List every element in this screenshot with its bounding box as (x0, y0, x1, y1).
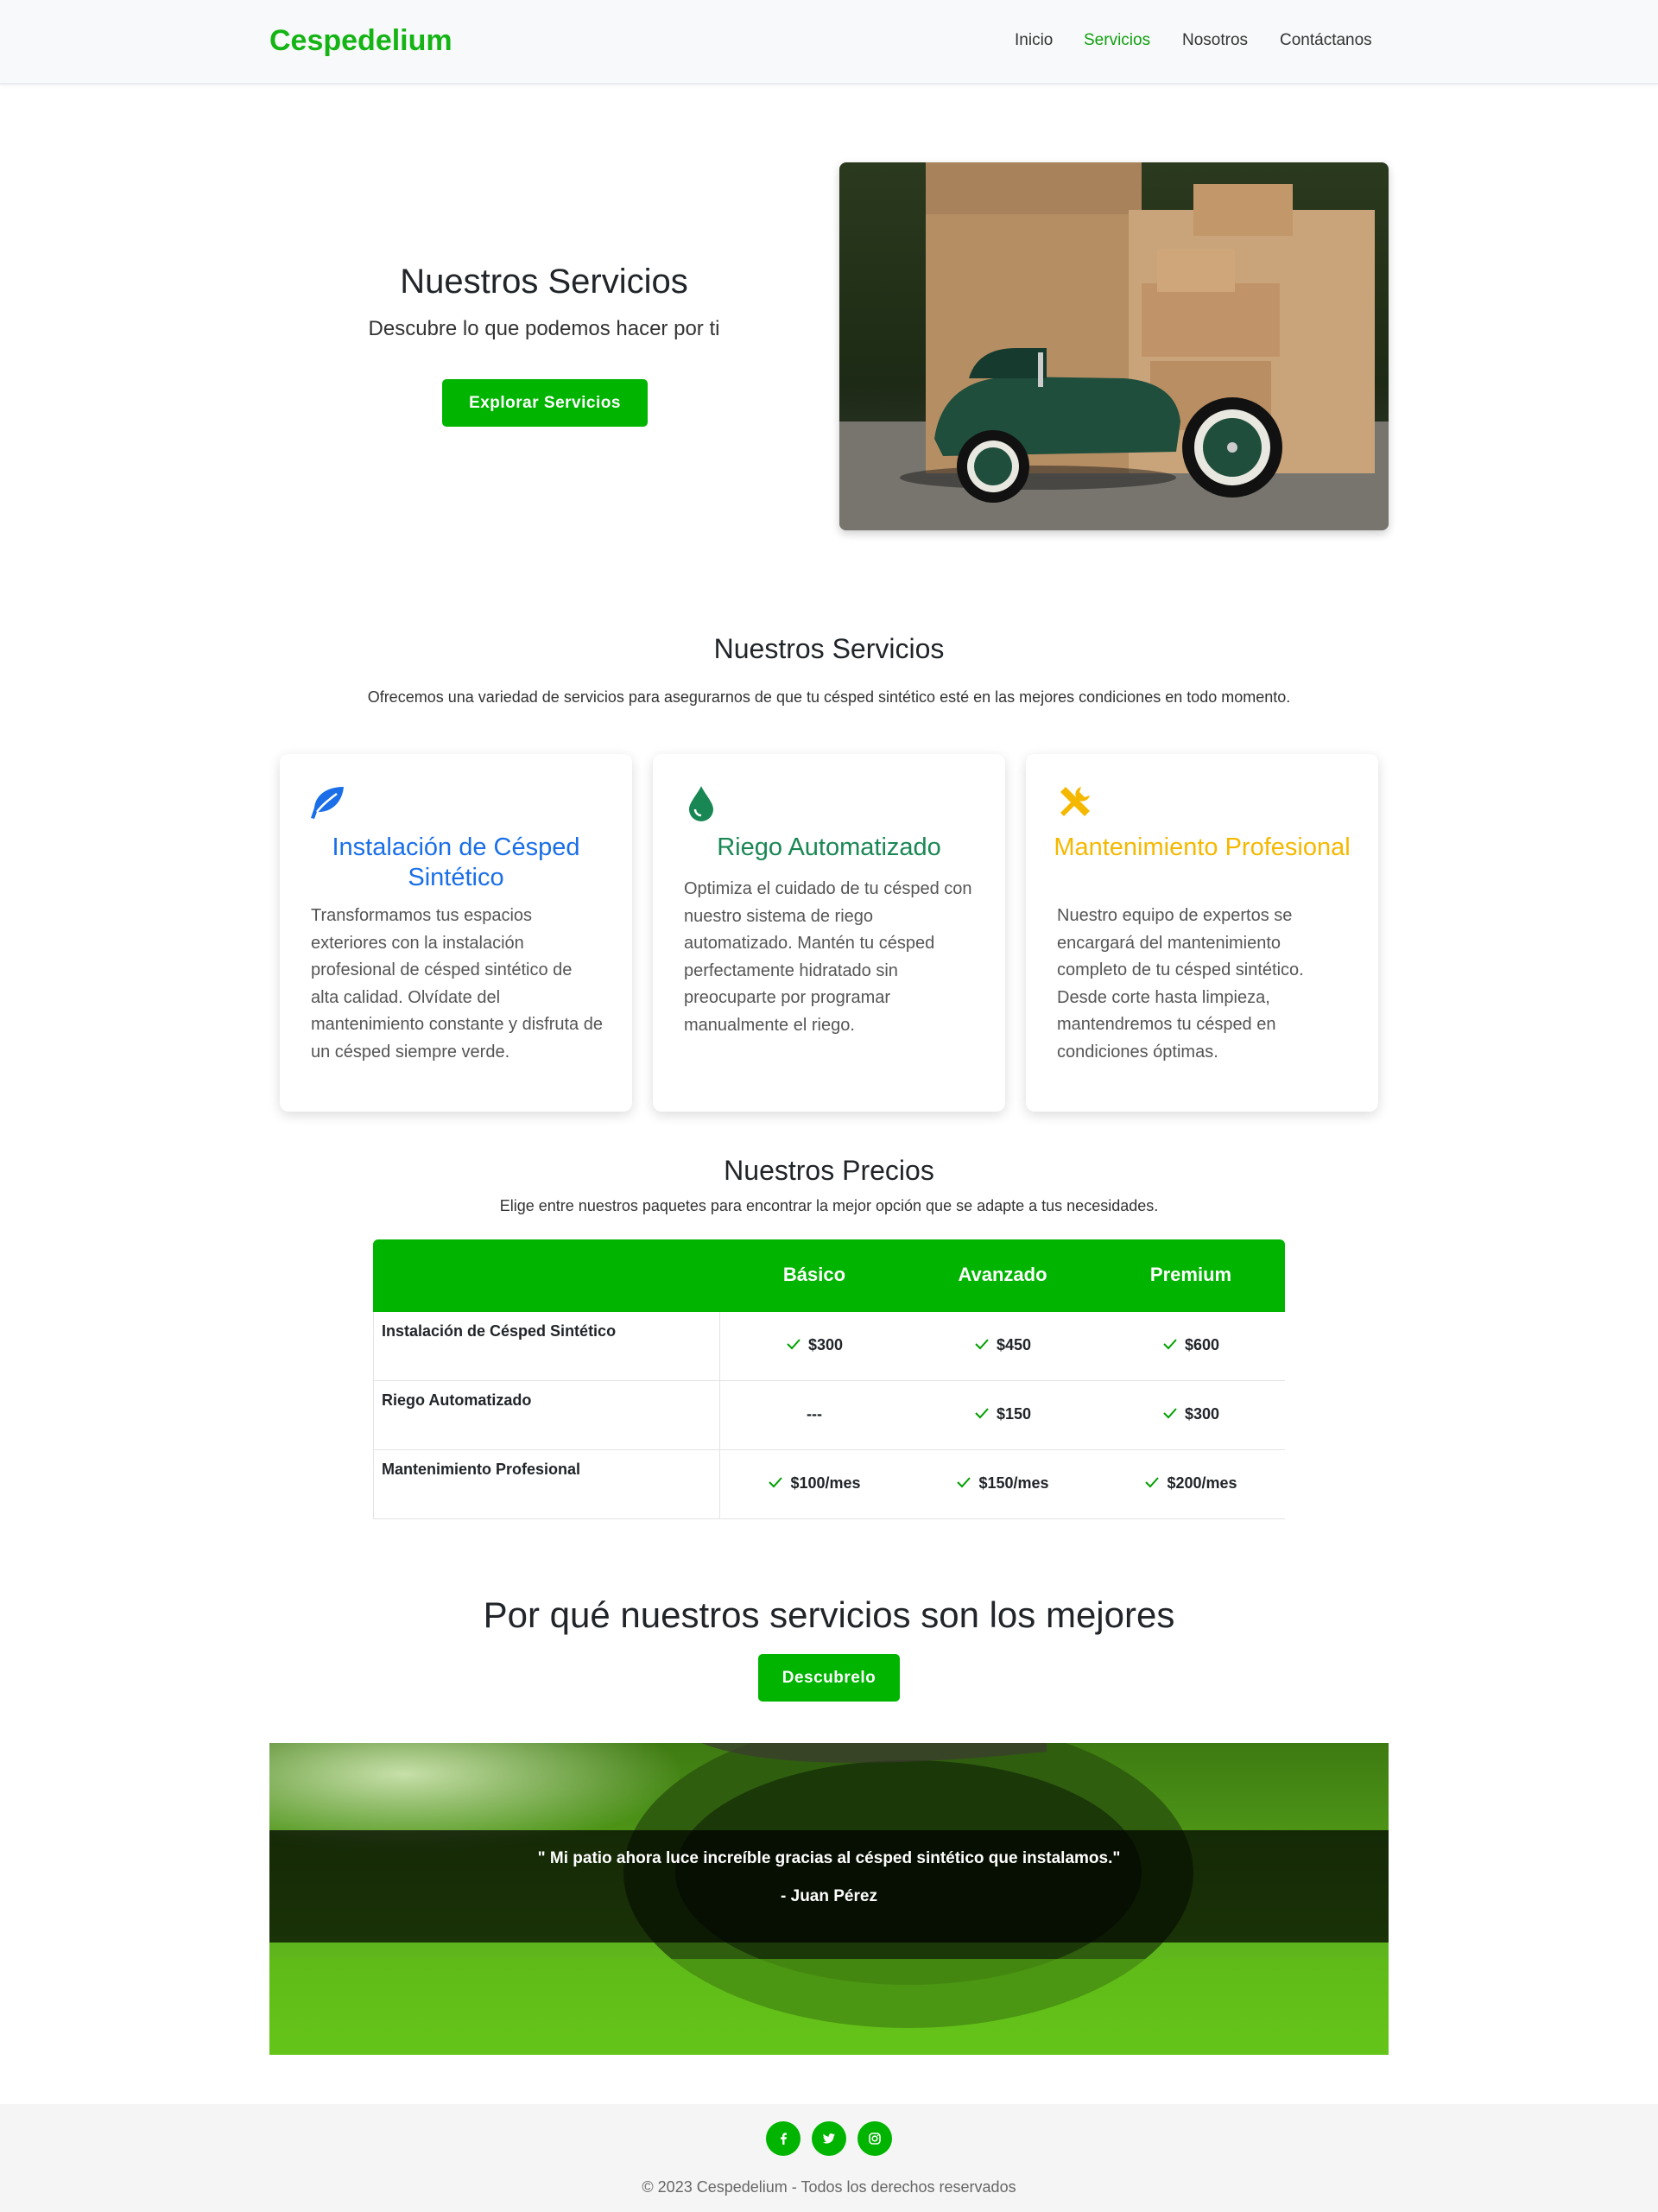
row-label: Riego Automatizado (382, 1391, 532, 1409)
instagram-icon[interactable] (857, 2121, 892, 2156)
price-cell: $600 (1104, 1336, 1277, 1354)
service-card-maintenance: Mantenimiento Profesional Nuestro equipo… (1026, 754, 1378, 1112)
service-card-text: Transformamos tus espacios exteriores co… (311, 906, 603, 1062)
row-label: Mantenimiento Profesional (382, 1461, 581, 1478)
price-cell: $300 (728, 1336, 901, 1354)
plan-basico-header: Básico (782, 1264, 846, 1285)
service-card-title: Instalación de Césped Sintético (332, 833, 580, 891)
droplet-icon (689, 786, 713, 821)
service-card-text: Nuestro equipo de expertos se encargará … (1057, 906, 1304, 1062)
twitter-icon[interactable] (812, 2121, 846, 2156)
check-icon (769, 1477, 783, 1488)
pricing-table-header: Básico Avanzado Premium (373, 1239, 1285, 1312)
facebook-icon[interactable] (766, 2121, 801, 2156)
price-cell: $150/mes (916, 1474, 1089, 1493)
services-subtitle: Ofrecemos una variedad de servicios para… (367, 688, 1291, 706)
hero-image (839, 162, 1389, 530)
testimonial-section: " Mi patio ahora luce increíble gracias … (269, 1743, 1389, 2055)
table-row: Instalación de Césped Sintético $300 $45… (373, 1312, 1285, 1381)
hero-subtitle: Descubre lo que podemos hacer por ti (368, 317, 720, 340)
discover-button[interactable]: Descubrelo (758, 1654, 900, 1702)
price-cell: $300 (1104, 1405, 1277, 1423)
check-icon (1163, 1339, 1177, 1350)
pricing-title: Nuestros Precios (724, 1155, 934, 1186)
check-icon (1163, 1408, 1177, 1419)
check-icon (1145, 1477, 1160, 1488)
check-icon (975, 1339, 989, 1350)
footer: © 2023 Cespedelium - Todos los derechos … (0, 2104, 1658, 2212)
why-title: Por qué nuestros servicios son los mejor… (483, 1594, 1175, 1635)
check-icon (957, 1477, 971, 1488)
explore-services-button[interactable]: Explorar Servicios (442, 379, 648, 427)
brand-logo[interactable]: Cespedelium (269, 24, 452, 58)
service-card-title: Mantenimiento Profesional (1054, 833, 1351, 861)
table-row: Mantenimiento Profesional $100/mes $150/… (373, 1450, 1285, 1519)
copyright-text: © 2023 Cespedelium - Todos los derechos … (642, 2178, 1016, 2196)
plan-avanzado-header: Avanzado (958, 1264, 1047, 1285)
check-icon (787, 1339, 801, 1350)
price-cell: --- (807, 1405, 822, 1423)
services-title: Nuestros Servicios (713, 633, 945, 664)
price-cell: $450 (916, 1336, 1089, 1354)
leaf-icon (311, 787, 344, 819)
service-card-irrigation: Riego Automatizado Optimiza el cuidado d… (653, 754, 1005, 1112)
testimonial-quote: " Mi patio ahora luce increíble gracias … (537, 1849, 1121, 1867)
nav-link-nosotros[interactable]: Nosotros (1182, 31, 1248, 50)
price-cell: $200/mes (1104, 1474, 1277, 1493)
navbar: Cespedelium Inicio Servicios Nosotros Co… (0, 0, 1658, 85)
price-cell: $150 (916, 1405, 1089, 1423)
nav-link-servicios[interactable]: Servicios (1084, 31, 1150, 50)
plan-premium-header: Premium (1149, 1264, 1232, 1285)
service-card-text: Optimiza el cuidado de tu césped con nue… (684, 879, 972, 1035)
table-row: Riego Automatizado --- $150 $300 (373, 1381, 1285, 1450)
price-cell: $100/mes (728, 1474, 901, 1493)
service-card-title: Riego Automatizado (717, 833, 941, 861)
check-icon (975, 1408, 989, 1419)
service-card-installation: Instalación de Césped Sintético Transfor… (280, 754, 632, 1112)
nav-link-inicio[interactable]: Inicio (1015, 31, 1053, 50)
row-label: Instalación de Césped Sintético (382, 1322, 617, 1340)
testimonial-overlay: " Mi patio ahora luce increíble gracias … (269, 1830, 1389, 1943)
testimonial-author: - Juan Pérez (781, 1887, 877, 1905)
pricing-subtitle: Elige entre nuestros paquetes para encon… (499, 1197, 1159, 1214)
tools-icon (1060, 787, 1090, 816)
hero-title: Nuestros Servicios (400, 263, 688, 301)
nav-link-contactanos[interactable]: Contáctanos (1280, 31, 1372, 50)
